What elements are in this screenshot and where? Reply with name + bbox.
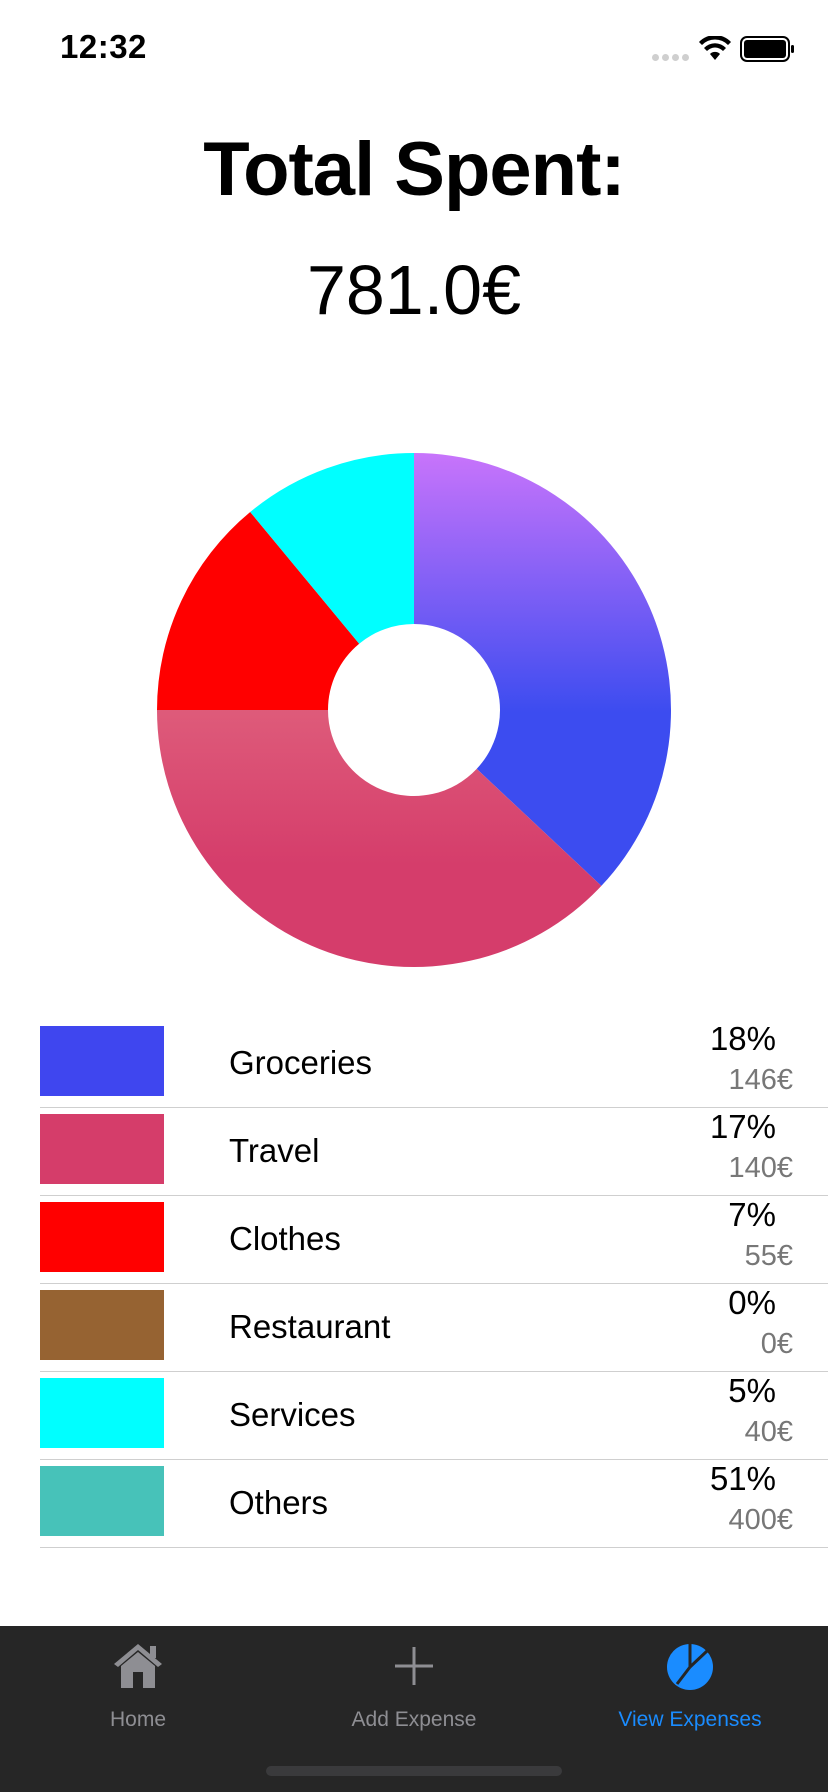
legend-percent: 51% bbox=[709, 1460, 776, 1497]
legend-row-others[interactable]: Others 51% 400€ bbox=[40, 1460, 828, 1548]
legend-amount: 40€ bbox=[744, 1416, 793, 1448]
legend-percent: 17% bbox=[709, 1108, 776, 1145]
legend-row-services[interactable]: Services 5% 40€ bbox=[40, 1372, 828, 1460]
services-color-swatch bbox=[40, 1378, 164, 1448]
legend-amount: 400€ bbox=[728, 1504, 793, 1536]
legend-label: Restaurant bbox=[229, 1308, 391, 1345]
restaurant-color-swatch bbox=[40, 1290, 164, 1360]
legend-label: Groceries bbox=[229, 1044, 373, 1081]
tab-view-expenses[interactable]: View Expenses bbox=[552, 1626, 828, 1746]
legend-row-groceries[interactable]: Groceries 18% 146€ bbox=[40, 1020, 828, 1108]
total-spent-amount: 781.0€ bbox=[306, 251, 522, 329]
legend-amount: 146€ bbox=[728, 1064, 793, 1096]
tab-label: View Expenses bbox=[618, 1708, 762, 1731]
pie-chart-icon bbox=[667, 1644, 713, 1690]
legend-label: Services bbox=[229, 1396, 356, 1433]
home-indicator bbox=[266, 1766, 562, 1776]
plus-icon bbox=[395, 1647, 433, 1685]
wifi-icon bbox=[699, 36, 731, 60]
clothes-color-swatch bbox=[40, 1202, 164, 1272]
legend-amount: 55€ bbox=[744, 1240, 793, 1272]
legend-label: Others bbox=[229, 1484, 329, 1521]
groceries-color-swatch bbox=[40, 1026, 164, 1096]
battery-icon bbox=[740, 36, 794, 62]
view-expenses-screen: 12:32 Total Spent: 781.0€ Groceries 18% … bbox=[0, 0, 828, 1792]
home-icon bbox=[114, 1644, 162, 1688]
legend-label: Clothes bbox=[229, 1220, 341, 1257]
tab-add-expense[interactable]: Add Expense bbox=[276, 1626, 552, 1746]
tab-label: Home bbox=[109, 1708, 167, 1731]
legend-row-travel[interactable]: Travel 17% 140€ bbox=[40, 1108, 828, 1196]
legend-amount: 140€ bbox=[728, 1152, 793, 1184]
legend-percent: 5% bbox=[728, 1372, 776, 1409]
legend-row-clothes[interactable]: Clothes 7% 55€ bbox=[40, 1196, 828, 1284]
legend-amount: 0€ bbox=[760, 1328, 793, 1360]
legend-label: Travel bbox=[229, 1132, 320, 1169]
travel-color-swatch bbox=[40, 1114, 164, 1184]
legend-percent: 18% bbox=[709, 1020, 776, 1057]
donut-chart-svg bbox=[157, 453, 671, 967]
status-bar: 12:32 bbox=[0, 0, 828, 100]
legend-percent: 7% bbox=[728, 1196, 776, 1233]
total-spent-title: Total Spent: bbox=[203, 127, 625, 212]
tab-label: Add Expense bbox=[351, 1708, 477, 1731]
tab-home[interactable]: Home bbox=[0, 1626, 276, 1746]
others-color-swatch bbox=[40, 1466, 164, 1536]
status-time: 12:32 bbox=[60, 28, 147, 65]
legend-row-restaurant[interactable]: Restaurant 0% 0€ bbox=[40, 1284, 828, 1372]
legend-percent: 0% bbox=[728, 1284, 776, 1321]
cellular-signal-icon bbox=[652, 54, 692, 62]
category-legend: Groceries 18% 146€ Travel 17% 140€ Cloth… bbox=[40, 1020, 828, 1548]
expenses-donut-chart bbox=[0, 440, 828, 980]
